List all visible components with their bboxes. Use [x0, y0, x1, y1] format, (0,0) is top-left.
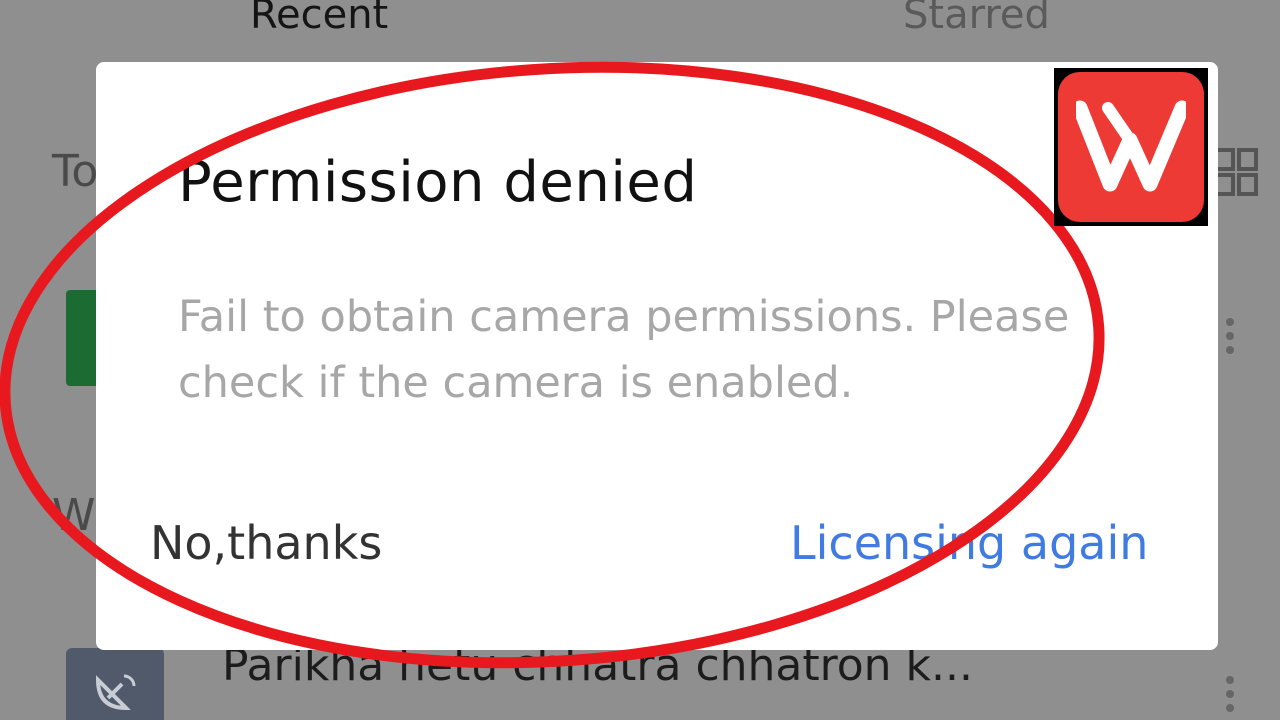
wps-office-logo-icon: [1054, 68, 1208, 226]
licensing-again-button[interactable]: Licensing again: [790, 516, 1148, 570]
satellite-dish-icon: [95, 674, 136, 711]
more-vertical-icon[interactable]: [1222, 676, 1238, 718]
dialog-title: Permission denied: [178, 150, 698, 215]
tab-recent[interactable]: Recent: [250, 0, 388, 38]
permission-dialog: Permission denied Fail to obtain camera …: [96, 62, 1218, 650]
more-vertical-icon[interactable]: [1222, 318, 1238, 360]
no-thanks-button[interactable]: No,thanks: [150, 516, 382, 570]
screen: Recent Starred To W Parikha hetu chhatra…: [0, 0, 1280, 720]
grid-view-icon[interactable]: [1214, 148, 1258, 200]
dialog-message: Fail to obtain camera permissions. Pleas…: [178, 292, 1070, 408]
background-partial-text-2: W: [52, 490, 96, 541]
file-thumbnail[interactable]: [66, 648, 164, 720]
tab-starred[interactable]: Starred: [903, 0, 1050, 38]
background-partial-text-1: To: [52, 146, 99, 197]
